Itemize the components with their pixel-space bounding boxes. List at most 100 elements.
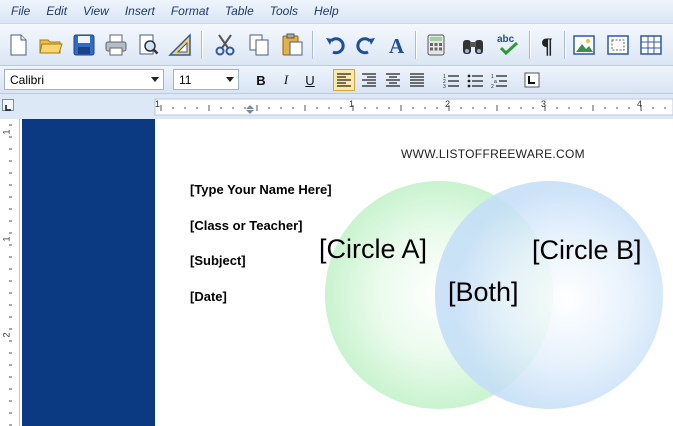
font-size-value: 11 [179,73,192,87]
menu-view[interactable]: View [75,0,117,23]
print-icon [105,34,127,56]
spell-check-icon: abc [497,34,519,56]
chevron-down-icon[interactable] [147,70,163,89]
cut-button[interactable] [210,30,240,60]
menu-file[interactable]: File [3,0,38,23]
date-field[interactable]: [Date] [190,289,227,304]
svg-text:2: 2 [491,84,494,88]
document-page[interactable]: WWW.LISTOFFREEWARE.COM [Type Your Name H… [20,119,673,426]
ruler-number: 1 [155,99,161,109]
new-document-button[interactable] [3,30,33,60]
ruler-number: 1 [1,129,12,135]
name-field[interactable]: [Type Your Name Here] [190,182,332,197]
font-size-select[interactable]: 11 [173,69,239,90]
insert-table-button[interactable] [636,30,666,60]
new-document-icon [10,34,27,56]
save-button[interactable] [69,30,99,60]
toolbar-separator [529,31,530,59]
paragraph-marks-icon: ¶ [541,33,553,58]
numbered-list-icon: 123 [443,74,459,88]
svg-text:3: 3 [443,84,446,88]
paste-button[interactable] [277,30,307,60]
svg-text:A: A [389,34,405,58]
ruler-number: 1 [1,236,12,242]
multilevel-list-button[interactable]: 1a2 [488,69,510,91]
horizontal-ruler[interactable]: 1 1 2 3 4 [0,95,673,119]
both-label[interactable]: [Both] [448,277,519,308]
ruler-number: 2 [445,99,451,109]
bullet-list-button[interactable] [464,69,486,91]
save-icon [73,34,95,56]
open-folder-icon [39,39,63,54]
bold-button[interactable]: B [250,69,272,91]
class-teacher-field[interactable]: [Class or Teacher] [190,218,302,233]
frame-icon [607,35,629,55]
venn-diagram [325,181,663,409]
print-button[interactable] [101,30,131,60]
subject-field[interactable]: [Subject] [190,253,246,268]
chevron-down-icon[interactable] [222,70,238,89]
underline-button[interactable]: U [299,69,321,91]
circle-b-label[interactable]: [Circle B] [532,235,642,266]
menu-format[interactable]: Format [163,0,217,23]
ruler-ticks [154,98,673,116]
align-left-icon [337,73,351,87]
circle-a-label[interactable]: [Circle A] [319,234,427,265]
website-header: WWW.LISTOFFREEWARE.COM [401,147,585,161]
vertical-ruler[interactable]: 1 1 2 [0,119,20,426]
redo-button[interactable] [351,30,381,60]
calculator-icon [427,34,445,56]
main-toolbar: A abc ¶ [0,23,673,66]
paste-icon [282,33,303,56]
redo-icon [356,37,375,55]
font-name-select[interactable]: Calibri [4,69,164,90]
ruler-number: 2 [1,332,12,338]
tab-stop-button[interactable] [521,69,543,91]
find-binoculars-icon [463,40,483,54]
menu-edit[interactable]: Edit [38,0,75,23]
tab-stop-icon [524,72,540,88]
align-right-button[interactable] [358,69,380,91]
justify-button[interactable] [406,69,428,91]
paragraph-marks-button[interactable]: ¶ [533,30,563,60]
font-name-value: Calibri [10,73,45,87]
align-center-button[interactable] [382,69,404,91]
ruler-number: 4 [637,99,643,109]
frame-button[interactable] [603,30,633,60]
undo-button[interactable] [320,30,350,60]
toolbar-separator [201,31,202,59]
font-style-button[interactable]: A [383,30,413,60]
ruler-tool-button[interactable] [165,30,195,60]
toolbar-separator [564,31,565,59]
insert-picture-button[interactable] [569,30,599,60]
spell-check-button[interactable]: abc [494,30,524,60]
svg-text:abc: abc [497,34,515,45]
toolbar-separator [312,31,313,59]
font-style-icon: A [389,34,405,58]
cut-icon [215,34,235,56]
calculator-button[interactable] [421,30,451,60]
insert-picture-icon [573,35,595,55]
svg-text:¶: ¶ [541,33,553,58]
ruler-number: 3 [541,99,547,109]
ruler-ticks [9,124,12,426]
copy-button[interactable] [244,30,274,60]
align-left-button[interactable] [333,69,355,91]
menu-tools[interactable]: Tools [262,0,306,23]
align-right-icon [362,73,376,87]
find-button[interactable] [458,30,488,60]
ruler-number: 1 [349,99,355,109]
print-preview-button[interactable] [133,30,163,60]
menu-insert[interactable]: Insert [117,0,163,23]
numbered-list-button[interactable]: 123 [440,69,462,91]
open-button[interactable] [36,30,66,60]
undo-icon [326,37,345,55]
menu-help[interactable]: Help [306,0,347,23]
format-toolbar: Calibri 11 B I U 123 1a2 [0,66,673,94]
insert-table-icon [640,35,662,55]
menu-table[interactable]: Table [217,0,262,23]
print-preview-icon [139,34,159,55]
italic-button[interactable]: I [275,69,297,91]
bullet-list-icon [467,74,483,88]
multilevel-list-icon: 1a2 [491,74,507,88]
